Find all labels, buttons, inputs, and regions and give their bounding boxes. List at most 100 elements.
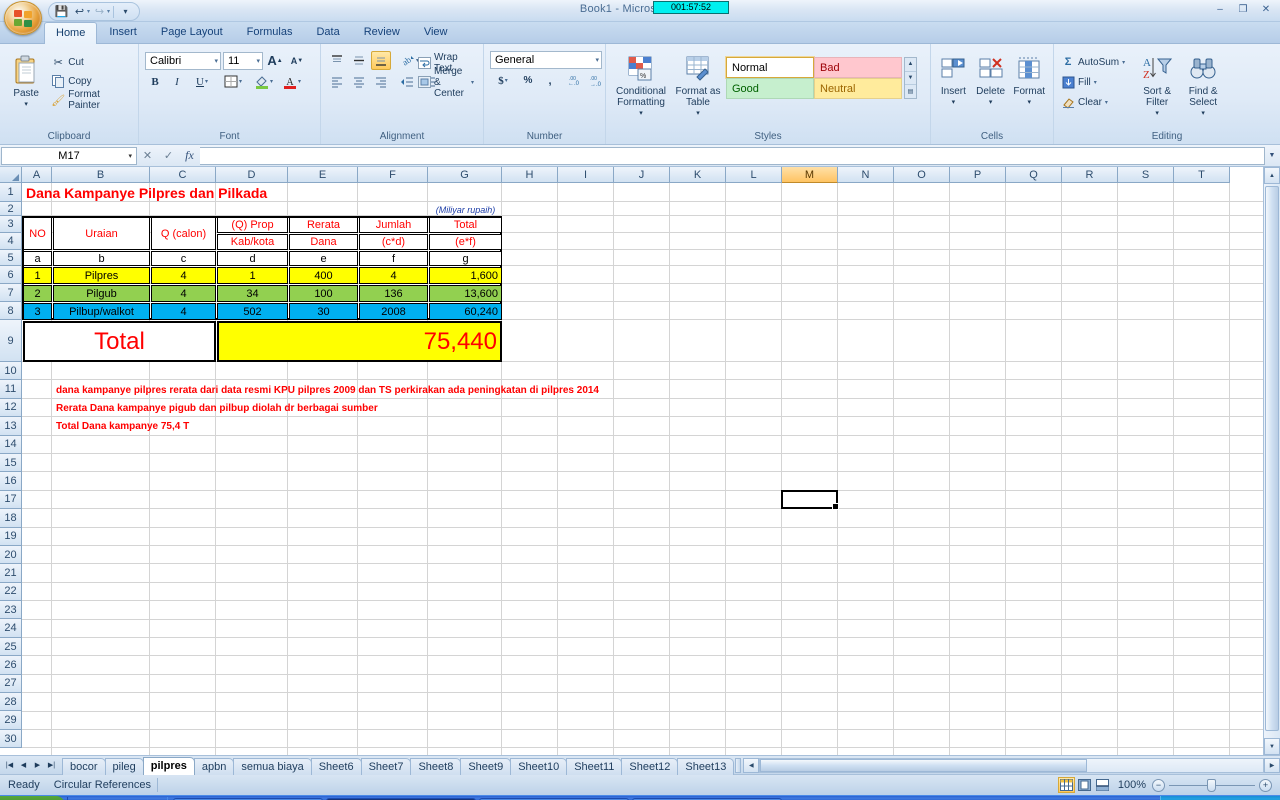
row-header-5[interactable]: 5 (0, 250, 22, 266)
hscroll-left-icon[interactable]: ◀ (743, 757, 760, 773)
zoom-slider[interactable]: − + (1152, 778, 1272, 792)
note-row-13[interactable]: Total Dana kampanye 75,4 T (53, 418, 1230, 435)
column-header-a[interactable]: A (22, 167, 52, 183)
align-left-icon[interactable] (327, 72, 347, 91)
paste-button[interactable]: Paste ▾ (4, 53, 48, 110)
row-header-29[interactable]: 29 (0, 711, 22, 730)
cell-style-good[interactable]: Good (726, 78, 814, 99)
sheet-title-cell[interactable]: Dana Kampanye Pilpres dan Pilkada (23, 184, 428, 202)
decrease-indent-icon[interactable] (397, 72, 417, 91)
format-cells-button[interactable]: Format ▾ (1009, 51, 1049, 108)
letter-c[interactable]: c (151, 251, 216, 266)
row-header-13[interactable]: 13 (0, 417, 22, 436)
insert-cells-button[interactable]: Insert ▾ (935, 51, 972, 108)
autosum-button[interactable]: Σ AutoSum ▾ (1058, 53, 1128, 71)
font-size-combo[interactable]: 11 ▾ (223, 51, 263, 70)
data-row-6-no[interactable]: 1 (23, 267, 52, 284)
borders-button[interactable]: ▾ (220, 72, 246, 91)
styles-scroll-up-icon[interactable]: ▲ (905, 58, 916, 72)
insert-function-button[interactable]: fx (179, 147, 200, 165)
row-header-24[interactable]: 24 (0, 619, 22, 638)
align-bottom-icon[interactable] (371, 51, 391, 70)
data-row-6-total[interactable]: 1,600 (429, 267, 502, 284)
row-header-14[interactable]: 14 (0, 435, 22, 454)
grow-font-button[interactable]: A ▲ (265, 51, 285, 70)
row-header-3[interactable]: 3 (0, 216, 22, 233)
number-format-combo[interactable]: General ▾ (490, 51, 602, 69)
column-header-h[interactable]: H (502, 167, 558, 183)
vertical-scrollbar[interactable]: ▲ ▼ (1263, 167, 1280, 755)
currency-button[interactable]: $ ▾ (490, 71, 516, 90)
data-row-6-uraian[interactable]: Pilpres (53, 267, 150, 284)
row-header-19[interactable]: 19 (0, 527, 22, 546)
clear-button[interactable]: Clear ▾ (1058, 93, 1128, 111)
header-uraian[interactable]: Uraian (53, 217, 150, 250)
row-header-28[interactable]: 28 (0, 693, 22, 712)
header-jumlah[interactable]: Jumlah (359, 217, 428, 233)
sheet-tab-bocor[interactable]: bocor (62, 757, 106, 775)
letter-d[interactable]: d (217, 251, 288, 266)
align-center-icon[interactable] (349, 72, 369, 91)
data-row-7-q-prop[interactable]: 34 (217, 285, 288, 302)
tab-review[interactable]: Review (352, 21, 412, 43)
header-dana[interactable]: Dana (289, 234, 358, 250)
column-header-t[interactable]: T (1174, 167, 1230, 183)
sheet-tab-semua-biaya[interactable]: semua biaya (233, 757, 312, 775)
column-header-i[interactable]: I (558, 167, 614, 183)
tab-split-handle[interactable] (735, 757, 742, 773)
hscroll-right-icon[interactable]: ▶ (1264, 757, 1280, 773)
column-header-e[interactable]: E (288, 167, 358, 183)
sheet-tab-pilpres[interactable]: pilpres (142, 756, 195, 775)
previous-sheet-icon[interactable]: ◀ (17, 758, 30, 773)
find-select-button[interactable]: Find & Select ▾ (1180, 51, 1226, 119)
page-layout-view-icon[interactable] (1076, 777, 1093, 793)
zoom-out-button[interactable]: − (1152, 778, 1165, 792)
row-header-22[interactable]: 22 (0, 582, 22, 602)
header-kab-kota[interactable]: Kab/kota (217, 234, 288, 250)
copy-button[interactable]: Copy (48, 72, 134, 90)
row-header-8[interactable]: 8 (0, 302, 22, 320)
data-row-6-jumlah[interactable]: 4 (359, 267, 428, 284)
normal-view-icon[interactable] (1057, 777, 1075, 793)
fill-color-button[interactable]: ▾ (251, 72, 277, 91)
data-row-6-q-calon[interactable]: 4 (151, 267, 216, 284)
letter-g[interactable]: g (429, 251, 502, 266)
row-header-17[interactable]: 17 (0, 490, 22, 510)
sheet-tab-sheet8[interactable]: Sheet8 (410, 757, 462, 775)
sheet-tab-sheet12[interactable]: Sheet12 (621, 757, 679, 775)
bold-button[interactable]: B (145, 72, 165, 91)
row-header-2[interactable]: 2 (0, 202, 22, 216)
data-row-7-jumlah[interactable]: 136 (359, 285, 428, 302)
row-header-25[interactable]: 25 (0, 637, 22, 657)
cell-styles-scrollbar[interactable]: ▲ ▼ ▤ (904, 57, 917, 99)
column-header-j[interactable]: J (614, 167, 670, 183)
data-row-7-q-calon[interactable]: 4 (151, 285, 216, 302)
selected-cell-m17[interactable] (781, 489, 839, 511)
scroll-up-icon[interactable]: ▲ (1264, 167, 1280, 184)
header-total[interactable]: Total (429, 217, 502, 233)
column-header-o[interactable]: O (894, 167, 950, 183)
column-header-k[interactable]: K (670, 167, 726, 183)
fill-button[interactable]: Fill ▾ (1058, 73, 1128, 91)
first-sheet-icon[interactable]: |◀ (3, 758, 16, 773)
data-row-8-uraian[interactable]: Pilbup/walkot (53, 303, 150, 320)
zoom-thumb[interactable] (1207, 778, 1216, 792)
horizontal-scrollbar[interactable]: ◀ ▶ (743, 757, 1280, 773)
row-header-26[interactable]: 26 (0, 656, 22, 675)
row-header-11[interactable]: 11 (0, 380, 22, 399)
cell-style-normal[interactable]: Normal (725, 56, 815, 79)
page-break-view-icon[interactable] (1094, 777, 1111, 793)
data-row-8-jumlah[interactable]: 2008 (359, 303, 428, 320)
tab-formulas[interactable]: Formulas (235, 21, 305, 43)
last-sheet-icon[interactable]: ▶| (45, 758, 58, 773)
enter-formula-button[interactable]: ✓ (158, 147, 179, 165)
sort-filter-button[interactable]: A Z Sort & Filter ▾ (1134, 51, 1180, 119)
cut-button[interactable]: ✂ Cut (48, 53, 134, 71)
align-middle-icon[interactable] (349, 51, 369, 70)
cell-area[interactable]: Dana Kampanye Pilpres dan Pilkada (Miliya… (22, 183, 1280, 755)
row-header-1[interactable]: 1 (0, 183, 22, 202)
restore-button[interactable]: ❐ (1233, 2, 1253, 17)
conditional-formatting-button[interactable]: % Conditional Formatting ▾ (610, 51, 672, 119)
tab-view[interactable]: View (412, 21, 460, 43)
row-header-15[interactable]: 15 (0, 453, 22, 473)
